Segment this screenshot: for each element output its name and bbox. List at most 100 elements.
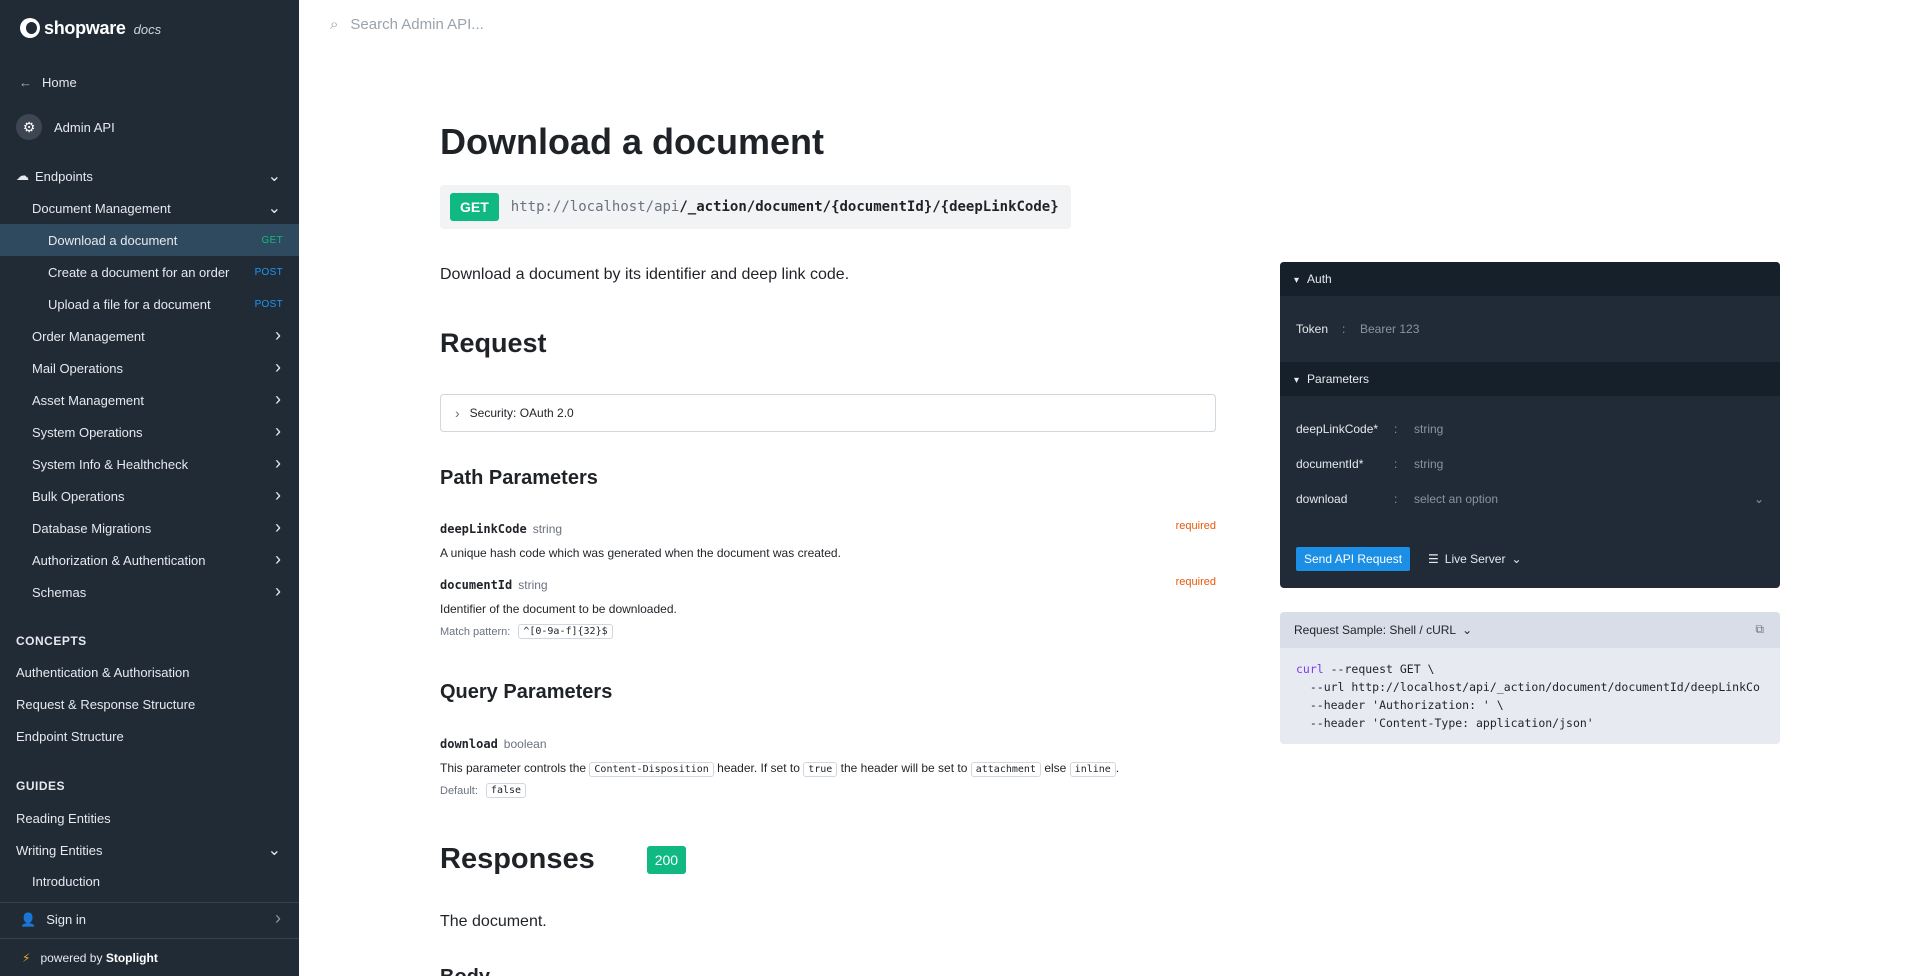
request-sample-header[interactable]: Request Sample: Shell / cURL ⌄ [1280,612,1780,648]
powered-by-link[interactable]: ⚡ powered by Stoplight [0,938,299,976]
param-name: documentId [440,578,513,592]
server-list-icon: ☰ [1428,552,1439,566]
group-label: System Operations [32,424,143,440]
param-row-documentid: documentId* : string [1296,457,1443,471]
param-description: A unique hash code which was generated w… [440,546,841,560]
security-label: Security: OAuth 2.0 [469,406,574,420]
token-label: Token [1296,322,1329,336]
inline-code: attachment [970,762,1041,777]
server-selector[interactable]: ☰ Live Server ⌄ [1428,552,1522,566]
param-row-deeplinkcode: deepLinkCode* : string [1296,422,1443,436]
sidebar-item-request-response[interactable]: Request & Response Structure [0,688,299,720]
powered-brand: Stoplight [105,950,158,965]
concept-label: Request & Response Structure [16,696,196,712]
search-input[interactable] [350,16,951,33]
home-link[interactable]: ← Home [0,66,299,98]
sidebar-item-mail-operations[interactable]: Mail Operations [0,352,299,384]
sidebar-item-bulk-operations[interactable]: Bulk Operations [0,480,299,512]
default-value: Default: false [440,783,1216,798]
cloud-icon: ☁ [16,168,29,183]
chevron-right-icon [275,361,281,376]
endpoint-label: Create a document for an order [48,264,230,280]
request-sample-panel: Request Sample: Shell / cURL ⌄ ⧉ curl --… [1280,612,1780,744]
chevron-down-icon: ⌄ [1753,492,1764,506]
group-label: Document Management [32,200,171,216]
sidebar-item-schemas[interactable]: Schemas [0,576,299,608]
sidebar-item-database-migrations[interactable]: Database Migrations [0,512,299,544]
query-params-heading: Query Parameters [440,681,613,703]
send-api-request-button[interactable]: Send API Request [1296,547,1411,571]
param-name: download [440,737,498,751]
responses-header: Responses 200 [440,843,687,876]
documentid-input[interactable]: string [1414,457,1443,471]
default-label: Default: [440,784,478,797]
param-type: string [532,522,563,536]
sign-in-label: Sign in [46,912,86,927]
concept-label: Authentication & Authorisation [16,664,190,680]
desc-text: This parameter controls the [440,761,587,775]
shopware-logo-icon [20,18,40,38]
parameters-label: Parameters [1307,372,1370,386]
sign-in-button[interactable]: 👤 Sign in [0,902,299,936]
sidebar-item-document-management[interactable]: Document Management [0,192,299,224]
sidebar-item-system-operations[interactable]: System Operations [0,416,299,448]
caret-down-icon [1294,272,1299,286]
group-label: Mail Operations [32,360,124,376]
code-line-1-rest: --request GET \ [1323,662,1435,676]
sidebar-item-authentication[interactable]: Authentication & Authorisation [0,656,299,688]
copy-icon[interactable]: ⧉ [1755,622,1764,637]
match-pattern: Match pattern: ^[0-9a-f]{32}$ [440,624,1216,639]
desc-text: . [1115,761,1120,775]
sidebar-item-introduction[interactable]: Introduction [0,866,299,896]
sidebar-item-create-document[interactable]: Create a document for an order POST [0,256,299,288]
admin-api-label: Admin API [54,119,115,135]
sidebar-item-upload-file[interactable]: Upload a file for a document POST [0,288,299,320]
try-it-panel: Auth Token : Bearer 123 Parameters deepL… [1280,262,1780,588]
deeplinkcode-input[interactable]: string [1414,422,1443,436]
chevron-right-icon [275,425,281,440]
responses-heading: Responses [440,843,595,875]
chevron-down-icon [268,201,281,216]
auth-section-header[interactable]: Auth [1280,262,1780,296]
chevron-right-icon [275,521,281,536]
param-type: boolean [503,737,547,751]
response-description: The document. [440,913,547,930]
required-label: required [1175,520,1216,532]
powered-prefix: powered by [40,950,103,965]
admin-api-link[interactable]: ⚙ Admin API [0,111,299,143]
guide-label: Writing Entities [16,842,103,858]
search-icon: ⌕ [330,16,339,33]
sidebar-item-writing-entities[interactable]: Writing Entities [0,834,299,866]
download-select[interactable]: select an option ⌄ [1414,492,1764,506]
sidebar-item-system-info[interactable]: System Info & Healthcheck [0,448,299,480]
group-label: Schemas [32,584,87,600]
page-title: Download a document [440,121,825,162]
chevron-right-icon [275,912,281,927]
brand-name: shopware [44,17,126,38]
sidebar-item-download-document[interactable]: Download a document GET [0,224,299,256]
lightning-icon: ⚡ [22,950,31,965]
sidebar-item-order-management[interactable]: Order Management [0,320,299,352]
sidebar-item-endpoint-structure[interactable]: Endpoint Structure [0,720,299,752]
param-type: string [518,578,548,592]
param-name: deepLinkCode [440,522,527,536]
token-row: Token : Bearer 123 [1296,322,1419,336]
chevron-right-icon [275,393,281,408]
response-code-tab[interactable]: 200 [646,845,687,874]
security-collapsible[interactable]: › Security: OAuth 2.0 [440,394,1216,432]
chevron-down-icon: ⌄ [1462,623,1473,637]
url-base: http://localhost/api [510,199,680,215]
parameters-section-header[interactable]: Parameters [1280,362,1780,396]
inline-code: Content-Disposition [589,762,714,777]
sidebar-item-endpoints[interactable]: ☁ Endpoints [0,160,299,192]
sidebar-item-reading-entities[interactable]: Reading Entities [0,802,299,834]
sidebar-item-authorization[interactable]: Authorization & Authentication [0,544,299,576]
sidebar: shopware docs ← Home ⚙ Admin API ☁ Endpo… [0,0,299,976]
token-input[interactable]: Bearer 123 [1360,322,1419,336]
pattern-value: ^[0-9a-f]{32}$ [518,624,613,639]
shopware-logo[interactable]: shopware docs [20,16,161,40]
sidebar-item-asset-management[interactable]: Asset Management [0,384,299,416]
search-bar: ⌕ [330,16,951,33]
separator: : [1342,322,1346,336]
param-documentid: documentId string required Identifier of … [440,576,1216,639]
